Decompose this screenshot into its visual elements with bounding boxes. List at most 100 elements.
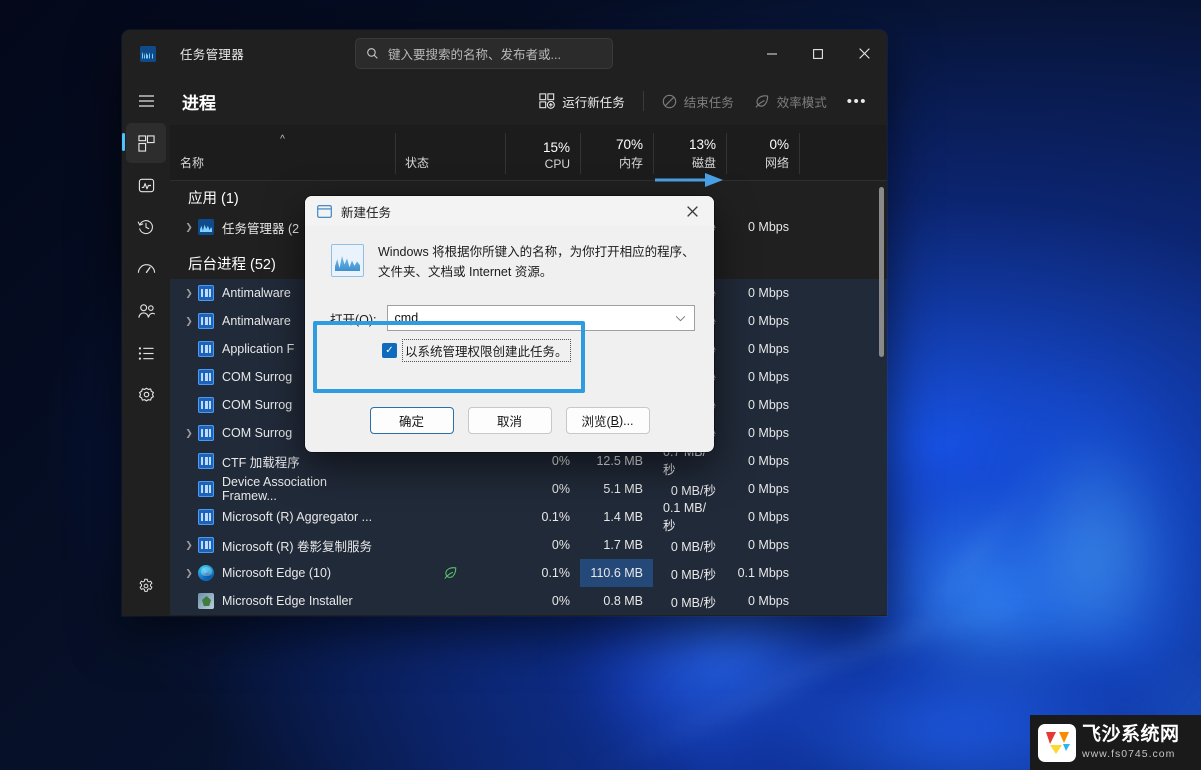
cell-status <box>395 531 505 559</box>
sidebar-item-startup-apps[interactable] <box>126 249 166 289</box>
dialog-titlebar: 新建任务 <box>305 196 714 226</box>
process-name: COM Surrog <box>222 370 293 384</box>
efficiency-leaf-icon <box>755 94 768 108</box>
cell-memory: 110.6 MB <box>580 559 653 587</box>
cell-spacer <box>799 503 887 531</box>
command-bar: 进程 运行新任务 结束任务 效率模式 ••• <box>170 77 887 125</box>
feisha-logo <box>1038 723 1076 762</box>
cell-name: ❯ Microsoft Edge (10) <box>170 559 395 587</box>
sidebar-item-services[interactable] <box>126 375 166 415</box>
efficiency-mode-button[interactable]: 效率模式 <box>744 86 837 117</box>
admin-checkbox-label: 以系统管理权限创建此任务。 <box>402 339 571 362</box>
expand-chevron-icon: ❯ <box>180 456 198 467</box>
watermark-url: www.fs0745.com <box>1082 748 1176 761</box>
watermark-site-name: 飞沙系统网 <box>1082 724 1180 746</box>
table-row[interactable]: ❯ Microsoft (R) Aggregator ... 0.1% 1.4 MB 0… <box>170 501 887 533</box>
expand-chevron-icon: ❯ <box>180 400 198 411</box>
generic-app-icon <box>198 369 214 385</box>
search-input[interactable]: 键入要搜索的名称、发布者或... <box>355 38 613 69</box>
cell-network: 0 Mbps <box>748 426 789 440</box>
cell-cpu: 0% <box>551 594 570 608</box>
dialog-intro: Windows 将根据你所键入的名称，为你打开相应的程序、文件夹、文档或 Int… <box>323 242 696 282</box>
table-row[interactable]: ❯ Microsoft Edge (10) 0.1% 110.6 MB 0 MB/秒 0.… <box>170 559 887 587</box>
process-name: Microsoft Edge (10) <box>222 566 332 580</box>
cell-memory: 0.8 MB <box>603 594 643 608</box>
run-new-task-button[interactable]: 运行新任务 <box>529 86 635 117</box>
expand-chevron-icon[interactable]: ❯ <box>180 316 198 327</box>
cell-network: 0 Mbps <box>748 538 789 552</box>
cell-spacer <box>799 587 887 615</box>
navigation-rail <box>122 77 170 616</box>
admin-checkbox-row[interactable]: ✓ 以系统管理权限创建此任务。 <box>323 339 696 362</box>
end-task-button[interactable]: 结束任务 <box>652 86 744 117</box>
vertical-scrollbar-thumb[interactable] <box>879 187 884 357</box>
cell-disk: 0 MB/秒 <box>670 539 716 554</box>
cell-disk: 0 MB/秒 <box>670 483 716 498</box>
column-header-memory[interactable]: 70% 内存 <box>580 125 653 180</box>
close-icon <box>858 48 870 59</box>
task-manager-icon <box>331 244 364 277</box>
browse-button[interactable]: 浏览(B)... <box>565 407 650 434</box>
sidebar-item-app-history[interactable] <box>126 207 166 247</box>
new-task-icon <box>539 93 556 109</box>
maximize-button[interactable] <box>795 30 841 77</box>
cell-network: 0 Mbps <box>748 454 789 468</box>
column-header-cpu[interactable]: 15% CPU <box>505 125 580 180</box>
sidebar-item-processes[interactable] <box>122 123 166 163</box>
minimize-button[interactable] <box>749 30 795 77</box>
sidebar-item-users[interactable] <box>126 291 166 331</box>
dialog-description: Windows 将根据你所键入的名称，为你打开相应的程序、文件夹、文档或 Int… <box>378 245 695 279</box>
minimize-icon <box>767 52 777 55</box>
cell-status <box>395 559 505 587</box>
sidebar-item-settings[interactable] <box>126 566 166 606</box>
sidebar-item-details[interactable] <box>126 333 166 373</box>
disk-total-percent: 13% <box>688 137 716 152</box>
cell-cpu: 0.1% <box>541 566 571 580</box>
expand-chevron-icon[interactable]: ❯ <box>180 288 198 299</box>
cell-network: 0 Mbps <box>748 314 789 328</box>
startup-apps-icon <box>137 264 155 273</box>
hamburger-menu-button[interactable] <box>126 81 166 121</box>
ok-button[interactable]: 确定 <box>369 407 454 434</box>
process-name: Microsoft (R) 卷影复制服务 <box>222 539 373 554</box>
cell-spacer <box>799 335 887 363</box>
table-row[interactable]: ❯ Device Association Framew... 0% 5.1 MB 0 M… <box>170 475 887 503</box>
performance-icon <box>138 178 154 192</box>
open-combobox-value: cmd <box>394 311 419 325</box>
close-window-button[interactable] <box>841 30 887 77</box>
cell-name: ❯ Microsoft (R) 卷影复制服务 <box>170 531 395 559</box>
table-row[interactable]: ❯ Microsoft Edge Installer 0% 0.8 MB 0 MB/秒 0… <box>170 587 887 615</box>
window-titlebar: 任务管理器 键入要搜索的名称、发布者或... <box>122 30 887 77</box>
users-icon <box>137 303 155 318</box>
sidebar-item-performance[interactable] <box>126 165 166 205</box>
command-separator <box>642 91 644 111</box>
browse-suffix: )... <box>618 413 634 428</box>
column-header-status[interactable]: 状态 <box>395 125 505 180</box>
expand-chevron-icon[interactable]: ❯ <box>180 428 198 439</box>
search-icon <box>367 48 378 59</box>
expand-chevron-icon[interactable]: ❯ <box>180 540 198 551</box>
watermark: 飞沙系统网 www.fs0745.com <box>1030 715 1201 770</box>
process-name: Antimalware <box>222 286 291 300</box>
dialog-close-button[interactable] <box>670 196 714 226</box>
table-header-row: ^ 名称 状态 15% CPU 70% 内存 13% 磁盘 0% 网络 <box>170 125 887 181</box>
cell-cpu: 0% <box>551 482 570 496</box>
column-header-network[interactable]: 0% 网络 <box>726 125 799 180</box>
cell-spacer <box>799 419 887 447</box>
open-combobox[interactable]: cmd <box>386 305 695 331</box>
column-header-name[interactable]: ^ 名称 <box>170 125 395 180</box>
sort-ascending-caret: ^ <box>280 134 285 145</box>
cell-disk: 0 MB/秒 <box>670 595 716 610</box>
table-row[interactable]: ❯ Microsoft (R) 卷影复制服务 0% 1.7 MB 0 MB/秒 0 Mbp… <box>170 531 887 559</box>
edge-icon <box>198 565 214 581</box>
cancel-button[interactable]: 取消 <box>467 407 552 434</box>
cell-network: 0 Mbps <box>748 594 789 608</box>
generic-app-icon <box>198 341 214 357</box>
search-placeholder: 键入要搜索的名称、发布者或... <box>388 48 561 62</box>
admin-checkbox[interactable]: ✓ <box>382 343 397 358</box>
expand-chevron-icon[interactable]: ❯ <box>180 568 198 579</box>
chevron-down-icon[interactable] <box>675 315 686 322</box>
expand-chevron-icon[interactable]: ❯ <box>180 222 198 233</box>
cell-status <box>395 475 505 503</box>
more-options-button[interactable]: ••• <box>837 89 877 114</box>
